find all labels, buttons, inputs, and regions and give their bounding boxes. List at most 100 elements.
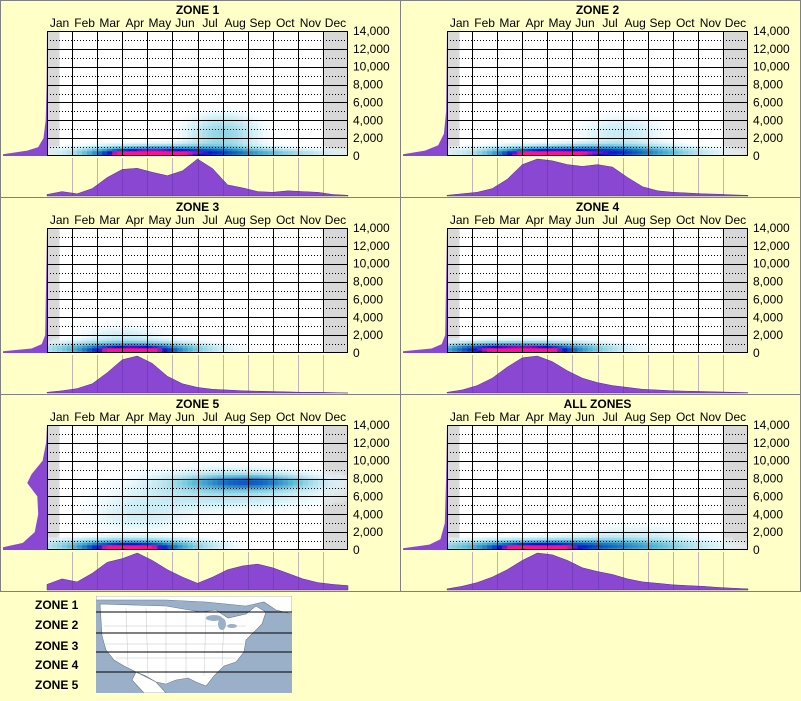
heat-cell [67, 338, 73, 341]
heat-cell [172, 510, 178, 513]
heat-cell [187, 348, 193, 351]
heat-cell [207, 490, 213, 493]
heat-cell [157, 510, 163, 513]
heat-cell [152, 151, 158, 154]
heat-cell [117, 480, 123, 483]
heat-cell [562, 146, 568, 149]
heat-cell [182, 348, 188, 351]
heat-cell [207, 467, 213, 471]
heat-cell [172, 545, 178, 548]
heat-cell [142, 535, 148, 538]
heat-cell [107, 141, 113, 144]
heat-cell [467, 345, 473, 349]
month-label-oct: Oct [276, 213, 295, 227]
heat-cell [567, 148, 573, 152]
heat-cell [177, 535, 183, 538]
heat-cell [152, 480, 158, 483]
heat-cell [582, 143, 588, 147]
heat-cell [217, 133, 223, 137]
y-tick-label: 12,000 [753, 436, 790, 450]
heat-cell [217, 502, 223, 506]
heat-cell [547, 148, 553, 152]
heat-cell [262, 126, 269, 129]
month-label-jun: Jun [175, 410, 194, 424]
heat-cell [252, 500, 258, 503]
heat-cell [87, 502, 93, 506]
heat-cell [657, 121, 664, 124]
heat-cell [642, 123, 648, 127]
heat-cell [572, 527, 578, 531]
elevation-density-zone-1 [3, 31, 47, 156]
heat-cell [572, 123, 578, 127]
heat-cell [687, 525, 694, 528]
heat-cell [102, 141, 108, 144]
heat-cell [687, 535, 694, 538]
heat-cell [467, 542, 473, 546]
heat-cell [617, 527, 623, 531]
heat-cell [712, 537, 719, 541]
heat-cell [152, 520, 158, 523]
heat-cell [82, 537, 88, 541]
heat-cell [612, 525, 618, 528]
heat-cell [167, 490, 173, 493]
heat-cell [637, 345, 643, 349]
heat-cell [542, 345, 548, 349]
heat-cell [307, 467, 314, 471]
heat-cell [237, 113, 243, 117]
heat-cell [147, 537, 153, 541]
month-label-dec: Dec [725, 410, 746, 424]
heat-cell [577, 148, 583, 152]
heat-cell [172, 537, 178, 541]
heat-cell [182, 537, 188, 541]
heat-cell [147, 338, 153, 341]
heat-cell [327, 502, 334, 506]
heat-cell [137, 348, 143, 351]
heat-cell [677, 545, 684, 548]
heat-cell [207, 502, 213, 506]
heat-cell [532, 348, 538, 351]
heat-cell [152, 502, 158, 506]
heat-cell [167, 472, 173, 476]
heat-cell [607, 525, 613, 528]
heat-cell [667, 123, 674, 127]
heat-cell [92, 510, 98, 513]
month-label-jul: Jul [602, 410, 617, 424]
heat-cell [217, 462, 223, 466]
y-tick-label: 0 [753, 149, 760, 163]
heat-cell [117, 525, 123, 528]
heat-cell [122, 338, 128, 341]
heat-cell [737, 148, 744, 152]
heat-cell [242, 126, 248, 129]
heat-cell [172, 467, 178, 471]
heat-cell [312, 480, 319, 483]
heat-cell [502, 340, 508, 344]
heat-cell [132, 143, 138, 147]
heat-cell [242, 510, 248, 513]
heat-cell [177, 128, 183, 132]
heat-cell [217, 123, 223, 127]
heat-cell [162, 507, 168, 511]
heat-cell [312, 497, 319, 501]
heat-cell [182, 133, 188, 137]
y-tick-label: 2,000 [753, 525, 783, 539]
heat-cell [712, 542, 719, 546]
monthly-density-zone-4 [446, 355, 749, 394]
heat-cell [87, 520, 93, 523]
heat-cell [577, 537, 583, 541]
heat-cell [217, 475, 223, 478]
heat-cell [587, 151, 593, 154]
heat-cell [177, 340, 183, 344]
heat-cell [612, 537, 618, 541]
heat-cell [127, 143, 133, 147]
heat-cell [587, 348, 593, 351]
heat-cell [152, 517, 158, 521]
heat-cell [592, 141, 598, 144]
heat-cell [227, 485, 233, 488]
heat-cell [207, 131, 213, 134]
heat-cell [177, 542, 183, 546]
heat-cell [712, 535, 719, 538]
heat-cell [117, 535, 123, 538]
heat-cell [137, 522, 143, 526]
month-label-aug: Aug [624, 16, 645, 30]
heat-cell [537, 338, 543, 341]
